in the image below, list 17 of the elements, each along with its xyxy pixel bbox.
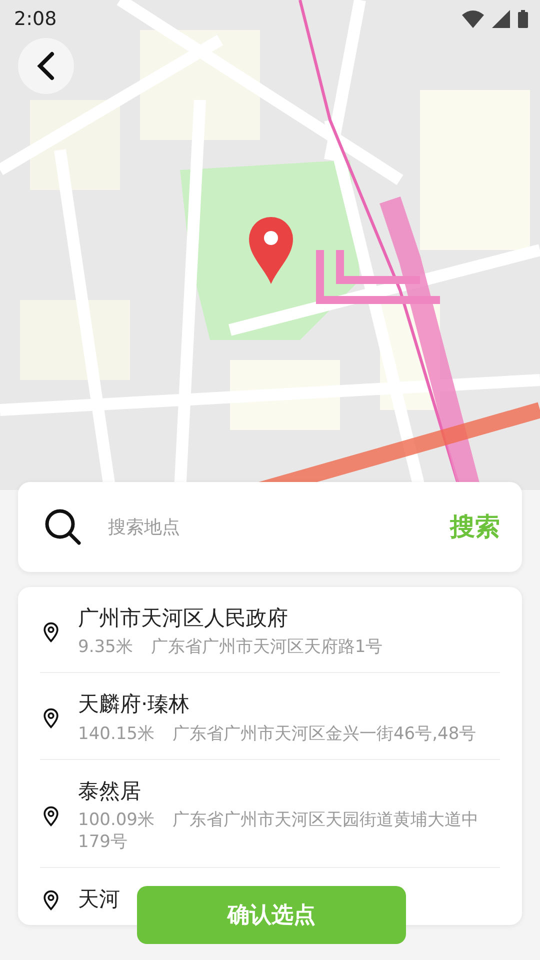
- place-name: 泰然居: [78, 778, 142, 805]
- wifi-icon: [462, 10, 484, 28]
- battery-icon: [518, 10, 528, 28]
- confirm-button[interactable]: 确认选点: [137, 886, 406, 944]
- place-name: 天河: [78, 886, 121, 914]
- back-icon: [36, 51, 56, 81]
- status-time: 2:08: [14, 6, 57, 32]
- search-field[interactable]: 搜索地点: [106, 512, 426, 542]
- place-detail: 100.09米 广东省广州市天河区天园街道黄埔大道中179号: [78, 809, 480, 854]
- place-detail: 140.15米 广东省广州市天河区金兴一街46号,48号: [78, 722, 478, 745]
- place-detail: 9.35米 广东省广州市天河区天府路1号: [78, 636, 384, 658]
- signal-icon: [492, 10, 510, 28]
- search-icon: [44, 508, 82, 546]
- location-pin-icon: [248, 216, 294, 286]
- search-button[interactable]: 搜索: [450, 508, 500, 546]
- place-name: 天麟府·瑧林: [78, 691, 191, 718]
- place-name: 广州市天河区人民政府: [78, 605, 289, 632]
